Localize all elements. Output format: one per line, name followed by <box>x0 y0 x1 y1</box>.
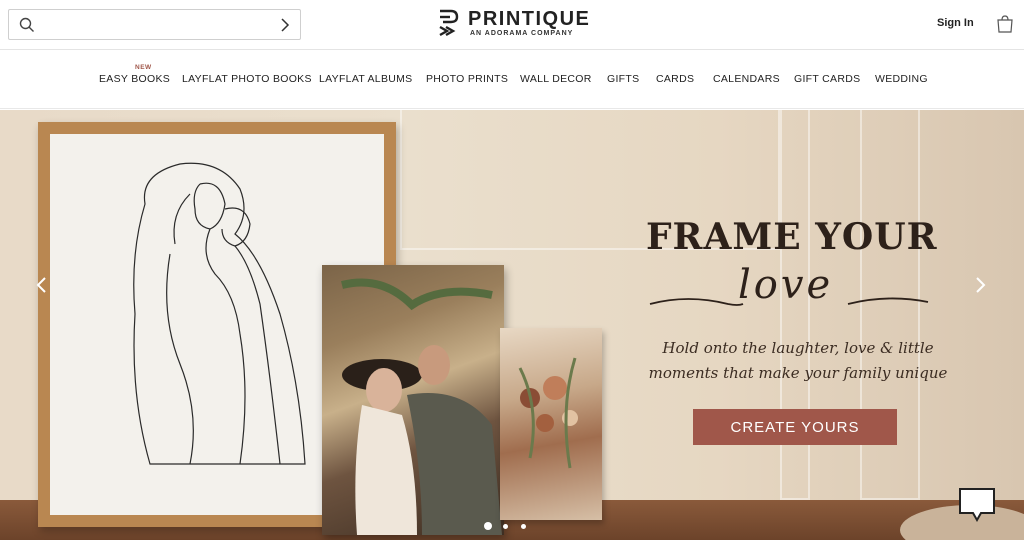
nav-item-easy-books[interactable]: EASY BOOKS <box>99 73 170 85</box>
sign-in-link[interactable]: Sign In <box>937 17 974 29</box>
search-box[interactable] <box>8 9 301 40</box>
brand-name: PRINTIQUE <box>468 8 591 30</box>
brand-tagline: AN ADORAMA COMPANY <box>470 30 574 37</box>
couple-photo-print <box>322 265 504 535</box>
hero-headline: FRAME YOUR <box>646 216 938 258</box>
nav-item-gift-cards[interactable]: GIFT CARDS <box>794 73 860 85</box>
nav-item-gifts[interactable]: GIFTS <box>607 73 639 85</box>
carousel-dot-active[interactable] <box>484 522 492 530</box>
nav-item-photo-prints[interactable]: PHOTO PRINTS <box>426 73 508 85</box>
carousel-next-chevron-right-icon[interactable] <box>972 276 988 294</box>
create-yours-button[interactable]: CREATE YOURS <box>693 409 897 445</box>
nav-item-wedding[interactable]: WEDDING <box>875 73 928 85</box>
chat-bubble-icon[interactable] <box>959 488 995 522</box>
printique-logo-mark-icon <box>439 9 459 37</box>
nav-new-badge: NEW <box>135 64 152 71</box>
search-submit-chevron-icon[interactable] <box>276 16 294 34</box>
floral-photo-image <box>518 357 578 469</box>
carousel-dots <box>482 522 532 533</box>
nav-item-layflat-albums[interactable]: LAYFLAT ALBUMS <box>319 73 413 85</box>
nav-item-layflat-photo-books[interactable]: LAYFLAT PHOTO BOOKS <box>182 73 312 85</box>
nav-item-calendars[interactable]: CALENDARS <box>713 73 780 85</box>
carousel-dot[interactable] <box>521 524 526 529</box>
hero-subtext: Hold onto the laughter, love & little mo… <box>648 339 948 382</box>
search-icon <box>19 17 34 32</box>
hero-script-text: love <box>738 262 834 308</box>
search-input[interactable] <box>43 15 273 35</box>
carousel-prev-chevron-left-icon[interactable] <box>34 276 50 294</box>
hero-script-word: love <box>648 260 948 320</box>
hero-banner: FRAME YOUR love Hold onto the laughter, … <box>0 110 1024 540</box>
main-nav: NEW EASY BOOKS LAYFLAT PHOTO BOOKS LAYFL… <box>0 51 1024 109</box>
site-header: PRINTIQUE AN ADORAMA COMPANY Sign In <box>0 0 1024 50</box>
nav-item-wall-decor[interactable]: WALL DECOR <box>520 73 592 85</box>
nav-item-cards[interactable]: CARDS <box>656 73 694 85</box>
shopping-bag-icon[interactable] <box>995 14 1015 34</box>
brand-logo[interactable]: PRINTIQUE AN ADORAMA COMPANY <box>437 6 591 42</box>
floral-photo-print <box>500 328 602 520</box>
couple-photo-image <box>341 278 502 535</box>
carousel-dot[interactable] <box>503 524 508 529</box>
